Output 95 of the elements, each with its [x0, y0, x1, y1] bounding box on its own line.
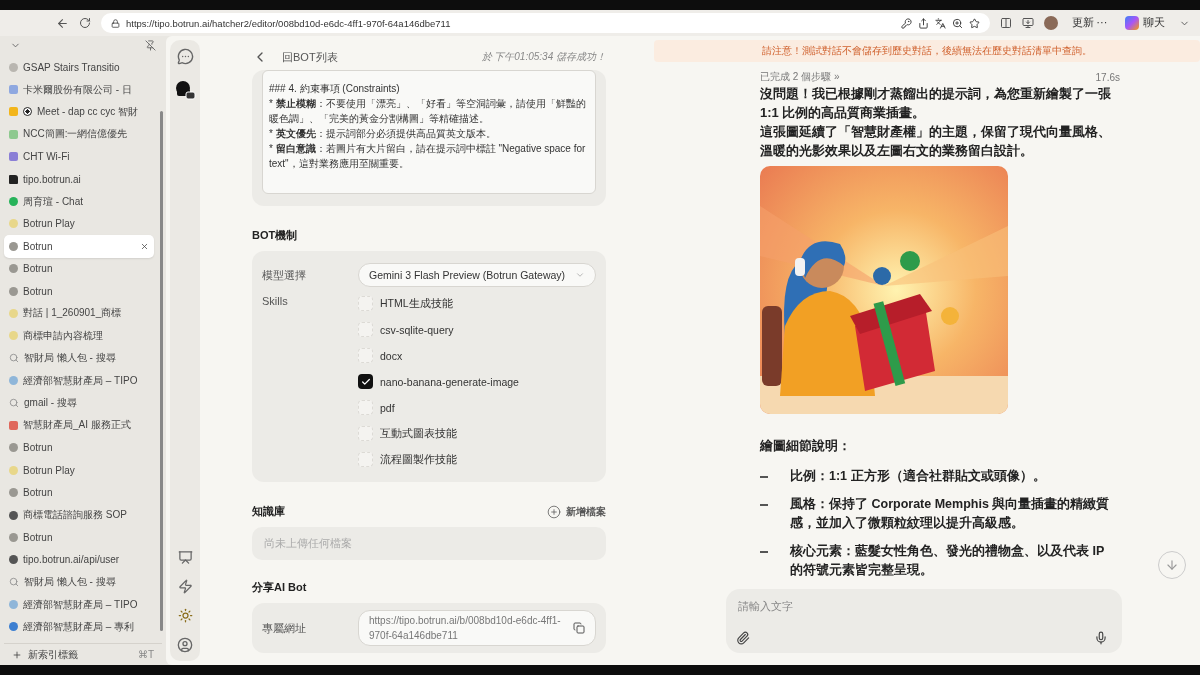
reload-icon[interactable]	[79, 17, 91, 29]
chat-button[interactable]: 聊天	[1121, 14, 1169, 32]
mic-icon[interactable]	[1094, 631, 1108, 645]
bullet-dash	[760, 504, 768, 506]
browser-tab[interactable]: Meet - dap cc cyc 智財	[4, 100, 154, 124]
browser-tab[interactable]: GSAP Stairs Transitio	[4, 56, 154, 79]
skill-checkbox[interactable]: 流程圖製作技能	[358, 451, 596, 468]
bullet-dash	[760, 476, 768, 478]
split-view-icon[interactable]	[999, 17, 1012, 29]
skill-checkbox[interactable]: 互動式圖表技能	[358, 425, 596, 442]
check-icon	[360, 376, 371, 387]
browser-tab[interactable]: Botrun Play	[4, 459, 154, 482]
browser-tab[interactable]: 商標申請內容梳理	[4, 324, 154, 348]
url-field[interactable]: https://tipo.botrun.ai/b/008bd10d-e6dc-4ff1-970f-64a146dbe711	[358, 610, 596, 646]
empty-state: 尚未上傳任何檔案	[252, 527, 606, 560]
scrollbar[interactable]	[160, 111, 163, 631]
duration: 17.6s	[1095, 71, 1120, 83]
browser-tab[interactable]: 對話 | 1_260901_商標	[4, 302, 154, 325]
back-link[interactable]: 回BOT列表	[252, 49, 338, 65]
browser-tab[interactable]: 智財局 懶人包 - 搜尋	[4, 347, 154, 370]
install-icon[interactable]	[1021, 17, 1034, 29]
message-text: 沒問題！我已根據剛才蒸餾出的提示詞，為您重新繪製了一張 1:1 比例的高品質商業插畫。	[760, 85, 1112, 122]
back-icon[interactable]	[56, 16, 69, 30]
close-icon[interactable]	[140, 241, 149, 251]
browser-tab[interactable]: 經濟部智慧財產局 – 專利	[4, 615, 154, 639]
bullet-text: 比例：1:1 正方形（適合社群貼文或頭像）。	[790, 467, 1046, 485]
browser-tab[interactable]: CHT Wi-Fi	[4, 145, 154, 168]
model-select[interactable]: Gemini 3 Flash Preview (Botrun Gateway)	[358, 263, 596, 287]
browser-tab[interactable]: tipo.botrun.ai/api/user	[4, 548, 154, 571]
presentation-icon[interactable]	[177, 550, 193, 565]
bullet-text: 風格：保持了 Corporate Memphis 與向量插畫的精緻質感，並加入了微顆粒紋理以提升高級感。	[790, 496, 1111, 532]
steps-toggle[interactable]: 已完成 2 個步驟 »	[760, 70, 840, 84]
message-text: 這張圖延續了「智慧財產權」的主題，保留了現代向量風格、溫暖的光影效果以及左圖右文的業務留白設計。	[760, 123, 1112, 160]
update-button[interactable]: 更新 ⋯	[1067, 14, 1111, 32]
avatar[interactable]	[1043, 16, 1058, 30]
bullet-text: 核心元素：藍髮女性角色、發光的禮物盒、以及代表 IP 的符號元素皆完整呈現。	[790, 543, 1106, 579]
skill-checkbox[interactable]: pdf	[358, 399, 596, 416]
section-title: BOT機制	[252, 228, 299, 243]
address-bar[interactable]: https://tipo.botrun.ai/hatcher2/editor/008bd10d-e6dc-4ff1-970f-64a146dbe711	[101, 13, 990, 33]
attach-icon[interactable]	[736, 631, 750, 645]
field-label: Skills	[262, 295, 289, 307]
star-icon[interactable]	[968, 17, 980, 29]
share-icon[interactable]	[917, 17, 929, 29]
section-title: 分享AI Bot	[252, 580, 308, 595]
sun-icon[interactable]	[177, 608, 193, 623]
key-icon[interactable]	[900, 17, 912, 29]
save-status: 於 下午01:05:34 儲存成功！	[481, 50, 606, 64]
search-icon	[9, 353, 19, 364]
browser-tab[interactable]: 商標電話諮詢服務 SOP	[4, 503, 154, 527]
copy-icon[interactable]	[573, 622, 585, 634]
plus-icon	[547, 504, 561, 519]
logo-icon	[1125, 16, 1139, 30]
browser-tab[interactable]: gmail - 搜尋	[4, 391, 154, 415]
skill-checkbox[interactable]: csv-sqlite-query	[358, 321, 596, 338]
browser-tab[interactable]: NCC簡圖:一網信億優先	[4, 123, 154, 146]
bot-icon[interactable]	[174, 79, 196, 101]
field-label: 模型選擇	[262, 267, 307, 283]
translate-icon[interactable]	[934, 17, 946, 29]
browser-tab[interactable]: Botrun	[4, 481, 154, 504]
browser-tab[interactable]: 經濟部智慧財產局 – TIPO	[4, 593, 154, 616]
message-input[interactable]: 請輸入文字	[736, 599, 1108, 613]
browser-tab[interactable]: Botrun	[4, 436, 154, 460]
plus-icon	[12, 649, 22, 660]
browser-tab[interactable]: Botrun	[4, 257, 154, 280]
new-tab-button[interactable]: 新索引標籤 ⌘T	[4, 643, 162, 665]
chevron-icon	[575, 270, 585, 280]
skill-checkbox[interactable]: HTML生成技能	[358, 295, 596, 312]
browser-tab[interactable]: Botrun	[4, 235, 154, 258]
search-icon	[9, 398, 19, 409]
bullet-dash	[760, 551, 768, 553]
browser-tab[interactable]: 周育瑄 - Chat	[4, 190, 154, 213]
skill-checkbox[interactable]: nano-banana-generate-image	[358, 373, 596, 390]
notice-banner: 請注意！測試對話不會儲存到歷史對話，後續無法在歷史對話清單中查詢。	[654, 40, 1200, 62]
browser-tab[interactable]: 卡米爾股份有限公司 - 日	[4, 78, 154, 101]
unpin-icon[interactable]	[145, 40, 156, 51]
browser-tab[interactable]: 經濟部智慧財產局 – TIPO	[4, 369, 154, 392]
lock-icon	[111, 18, 120, 28]
browser-tab[interactable]: Botrun Play	[4, 212, 154, 236]
user-icon[interactable]	[177, 637, 193, 653]
browser-tab[interactable]: tipo.botrun.ai	[4, 167, 154, 191]
browser-tab[interactable]: Botrun	[4, 526, 154, 549]
chat-icon[interactable]	[176, 48, 194, 65]
zoom-icon[interactable]	[951, 17, 963, 29]
add-file-button[interactable]: 新增檔案	[547, 504, 606, 519]
prompt-textarea[interactable]: ### 4. 約束事項 (Constraints) *禁止模糊：不要使用「漂亮」、「好看」等空洞詞彙，請使用「鮮豔的暖色調」、「完美的黃金分割構圖」等精確描述。 *英文優先：提示詞部分必須提供高品質英文版本。 *留白意識：若圖片有大片留白，請在提示詞中標註 "Negative space for text"，這對業務應用至關重要。	[262, 70, 596, 194]
details-title: 繪圖細節說明：	[760, 438, 852, 455]
browser-tab[interactable]: Botrun	[4, 279, 154, 303]
browser-tab[interactable]: 智慧財產局_AI 服務正式	[4, 414, 154, 437]
lightning-icon[interactable]	[177, 579, 193, 594]
skill-checkbox[interactable]: docx	[358, 347, 596, 364]
browser-tab[interactable]: 智財局 懶人包 - 搜尋	[4, 571, 154, 594]
section-title: 知識庫	[252, 504, 285, 519]
field-label: 專屬網址	[262, 620, 307, 636]
search-icon	[9, 577, 19, 588]
arrow-down-icon	[1165, 558, 1179, 572]
